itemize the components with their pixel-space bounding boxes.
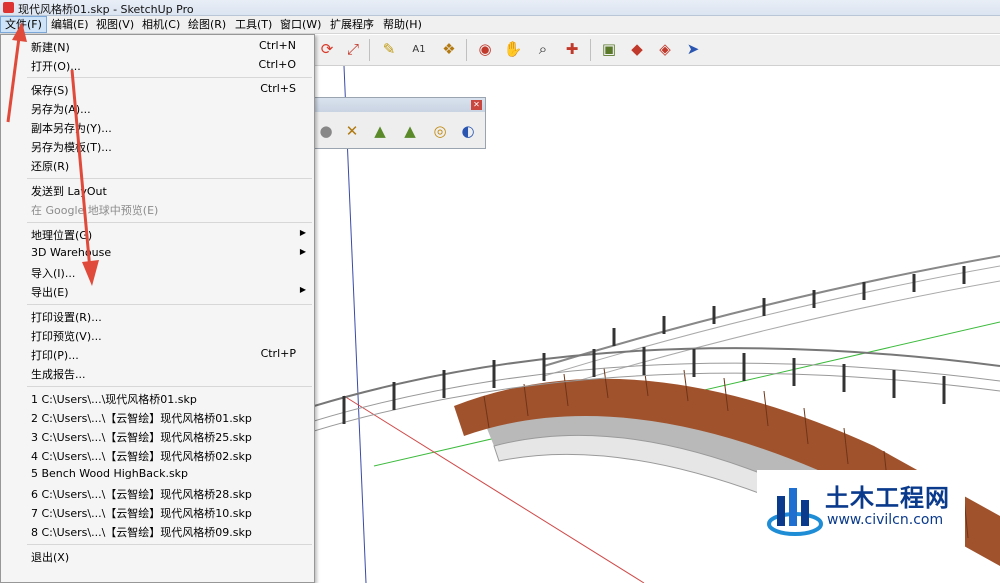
watermark-logo-icon: [767, 488, 823, 536]
watermark-title: 土木工程网: [825, 484, 950, 512]
annotation-arrowhead-menu: [12, 22, 27, 42]
annotation-arrow-export: [70, 69, 92, 271]
annotation-arrow-menu: [6, 29, 22, 123]
annotation-arrowhead-export: [82, 260, 99, 286]
watermark-logo: 土木工程网 www.civilcn.com: [757, 470, 965, 558]
watermark-url: www.civilcn.com: [827, 512, 944, 528]
